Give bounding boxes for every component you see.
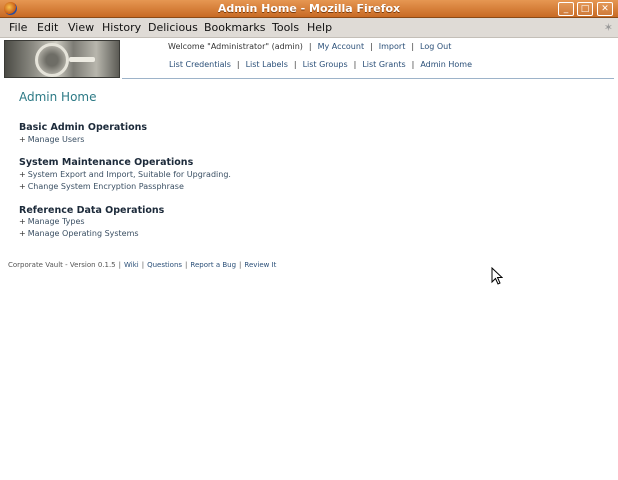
nav-list-credentials[interactable]: List Credentials [169, 60, 231, 69]
separator: | [141, 261, 145, 269]
bullet: + [19, 182, 26, 191]
window-title: Admin Home - Mozilla Firefox [217, 2, 401, 15]
section-heading-maintenance: System Maintenance Operations [19, 157, 194, 168]
menu-history[interactable]: History [102, 21, 141, 34]
separator: | [293, 60, 297, 69]
vault-logo [4, 40, 120, 78]
bullet: + [19, 229, 26, 238]
page-content: Welcome "Administrator" (admin) | My Accou… [0, 38, 618, 480]
item-label: Manage Users [27, 135, 85, 144]
version-text: Corporate Vault - Version 0.1.5 [8, 261, 116, 269]
link-manage-operating-systems[interactable]: + Manage Operating Systems [19, 229, 139, 238]
vault-dial-icon [35, 43, 69, 77]
separator: | [370, 42, 373, 51]
minimize-button[interactable]: _ [558, 2, 574, 16]
link-import[interactable]: Import [379, 42, 406, 51]
maximize-button[interactable]: □ [577, 2, 593, 16]
menu-tools[interactable]: Tools [272, 21, 299, 34]
link-manage-users[interactable]: + Manage Users [19, 135, 84, 144]
footer-link-report-bug[interactable]: Report a Bug [190, 261, 236, 269]
item-label: Manage Operating Systems [27, 229, 139, 238]
link-system-export-import[interactable]: + System Export and Import, Suitable for … [19, 170, 231, 179]
separator: | [411, 42, 415, 51]
link-log-out[interactable]: Log Out [420, 42, 451, 51]
page-footer: Corporate Vault - Version 0.1.5 | Wiki | Que… [8, 261, 276, 269]
throbber-icon: ✶ [603, 21, 613, 34]
mouse-pointer-icon [491, 267, 503, 285]
separator: | [411, 60, 415, 69]
menu-view[interactable]: View [68, 21, 94, 34]
footer-link-wiki[interactable]: Wiki [124, 261, 139, 269]
user-links: Welcome "Administrator" (admin) | My Accou… [168, 42, 451, 51]
link-change-passphrase[interactable]: + Change System Encryption Passphrase [19, 182, 184, 191]
nav-list-groups[interactable]: List Groups [303, 60, 348, 69]
item-label: Change System Encryption Passphrase [27, 182, 184, 191]
separator: | [118, 261, 121, 269]
menu-help[interactable]: Help [307, 21, 332, 34]
bullet: + [19, 135, 26, 144]
separator: | [308, 42, 312, 51]
main-nav: List Credentials | List Labels | List Groups… [169, 60, 472, 69]
close-button[interactable]: ✕ [597, 2, 613, 16]
nav-admin-home[interactable]: Admin Home [420, 60, 472, 69]
footer-link-review[interactable]: Review It [244, 261, 276, 269]
separator: | [353, 60, 357, 69]
welcome-text: Welcome "Administrator" (admin) [168, 42, 303, 51]
menu-delicious[interactable]: Delicious [148, 21, 198, 34]
vault-handle-icon [69, 57, 95, 62]
header-divider [122, 78, 614, 79]
link-manage-types[interactable]: + Manage Types [19, 217, 85, 226]
menu-bookmarks[interactable]: Bookmarks [204, 21, 265, 34]
menu-bar: File Edit View History Delicious Bookmar… [0, 18, 618, 38]
menu-file[interactable]: File [9, 21, 27, 34]
bullet: + [19, 170, 26, 179]
item-label: Manage Types [27, 217, 85, 226]
separator: | [236, 60, 240, 69]
bullet: + [19, 217, 26, 226]
menu-edit[interactable]: Edit [37, 21, 58, 34]
section-heading-basic: Basic Admin Operations [19, 122, 148, 133]
item-label: System Export and Import, Suitable for U… [27, 170, 231, 179]
link-my-account[interactable]: My Account [318, 42, 364, 51]
nav-list-grants[interactable]: List Grants [362, 60, 405, 69]
nav-list-labels[interactable]: List Labels [246, 60, 288, 69]
section-heading-reference: Reference Data Operations [19, 205, 165, 216]
window-titlebar[interactable]: Admin Home - Mozilla Firefox _ □ ✕ [0, 0, 618, 18]
page-title: Admin Home [19, 90, 97, 104]
footer-link-questions[interactable]: Questions [147, 261, 182, 269]
